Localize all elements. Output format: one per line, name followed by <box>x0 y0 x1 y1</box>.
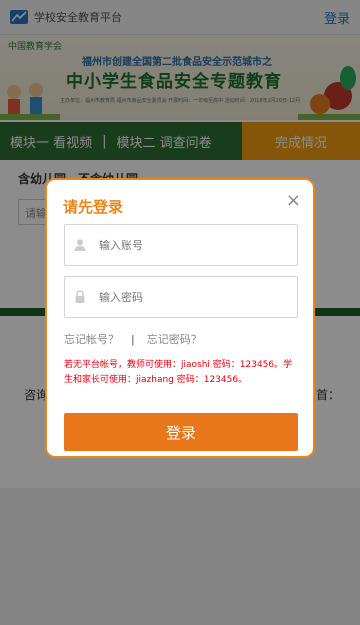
lock-icon <box>75 290 85 303</box>
modal-title: 请先登录 <box>63 198 124 216</box>
link-divider: | <box>131 332 135 346</box>
username-input[interactable] <box>99 238 269 252</box>
password-input[interactable] <box>99 290 269 304</box>
forgot-account-link[interactable]: 忘记帐号？ <box>64 331 119 347</box>
login-modal: 请先登录 × 忘记帐号？ | 忘记密码？ 若无平台帐号，教师可使用：jiaosh… <box>45 178 315 458</box>
username-field[interactable] <box>64 224 298 266</box>
default-account-notice: 若无平台帐号，教师可使用：jiaoshi 密码：123456。学生和家长可使用：… <box>64 360 293 385</box>
password-field[interactable] <box>64 276 298 318</box>
user-icon <box>74 239 86 251</box>
close-icon[interactable]: × <box>286 190 301 211</box>
login-button[interactable]: 登录 <box>64 413 298 451</box>
forgot-password-link[interactable]: 忘记密码？ <box>147 331 202 347</box>
recovery-links: 忘记帐号？ | 忘记密码？ <box>64 331 202 347</box>
